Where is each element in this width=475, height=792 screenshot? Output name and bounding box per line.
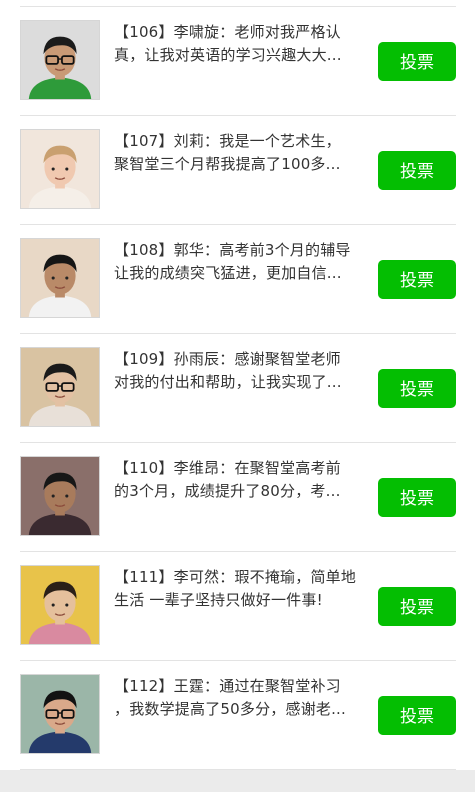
candidate-description[interactable]: 【112】王霆：通过在聚智堂补习 ，我数学提高了50多分，感谢老... (114, 675, 360, 721)
description-text: ：老师对我严格认 (219, 23, 341, 41)
description-line-1: 【107】刘莉：我是一个艺术生， (114, 130, 360, 153)
description-line-2: ，我数学提高了50多分，感谢老... (114, 700, 346, 718)
candidate-name: 王霆 (173, 677, 205, 695)
avatar[interactable] (20, 565, 100, 645)
vote-button[interactable]: 投票 (378, 151, 456, 190)
candidate-description[interactable]: 【108】郭华：高考前3个月的辅导让我的成绩突飞猛进，更加自信... (114, 239, 360, 285)
vote-button[interactable]: 投票 (378, 478, 456, 517)
student-portrait-icon (21, 130, 99, 208)
candidate-name: 孙雨辰 (173, 350, 220, 368)
vote-button[interactable]: 投票 (378, 42, 456, 81)
list-item: 【111】李可然：瑕不掩瑜，简单地生活 一辈子坚持只做好一件事! 投票 (20, 552, 456, 661)
description-text: ：通过在聚智堂补习 (204, 677, 341, 695)
list-item: 【110】李维昂：在聚智堂高考前的3个月，成绩提升了80分，考... 投票 (20, 443, 456, 552)
avatar[interactable] (20, 129, 100, 209)
list-item: 【107】刘莉：我是一个艺术生， 聚智堂三个月帮我提高了100多... 投票 (20, 116, 456, 225)
candidate-number: 【108】 (114, 241, 174, 259)
footer-bar (0, 770, 475, 792)
description-line-1: 【112】王霆：通过在聚智堂补习 (114, 675, 360, 698)
candidate-number: 【106】 (114, 23, 174, 41)
vote-button[interactable]: 投票 (378, 696, 456, 735)
list-item: 【106】李啸旋：老师对我严格认真，让我对英语的学习兴趣大大... 投票 (20, 7, 456, 116)
vote-list-page: 【106】李啸旋：老师对我严格认 真，让我对英语的学习兴趣大大... 投票 【107】… (0, 0, 475, 792)
avatar[interactable] (20, 456, 100, 536)
description-line-2: 让我的成绩突飞猛进，更加自信... (114, 264, 342, 282)
candidate-number: 【110】 (114, 459, 174, 477)
candidate-name: 刘莉 (173, 132, 205, 150)
list-item: 【112】王霆：通过在聚智堂补习 ，我数学提高了50多分，感谢老... 投票 (20, 661, 456, 770)
candidate-name: 李维昂 (173, 459, 220, 477)
candidate-name: 郭华 (173, 241, 205, 259)
candidate-description[interactable]: 【111】李可然：瑕不掩瑜，简单地生活 一辈子坚持只做好一件事! (114, 566, 360, 612)
candidate-description[interactable]: 【107】刘莉：我是一个艺术生， 聚智堂三个月帮我提高了100多... (114, 130, 360, 176)
candidate-description[interactable]: 【109】孙雨辰：感谢聚智堂老师对我的付出和帮助，让我实现了... (114, 348, 360, 394)
avatar[interactable] (20, 20, 100, 100)
description-line-1: 【110】李维昂：在聚智堂高考前 (114, 457, 360, 480)
description-line-1: 【106】李啸旋：老师对我严格认 (114, 21, 360, 44)
student-portrait-icon (21, 239, 99, 317)
description-line-1: 【109】孙雨辰：感谢聚智堂老师 (114, 348, 360, 371)
description-text: ：我是一个艺术生， (204, 132, 341, 150)
description-text: ：瑕不掩瑜，简单地 (219, 568, 357, 586)
description-line-2: 真，让我对英语的学习兴趣大大... (114, 46, 342, 64)
avatar[interactable] (20, 674, 100, 754)
candidate-description[interactable]: 【106】李啸旋：老师对我严格认真，让我对英语的学习兴趣大大... (114, 21, 360, 67)
description-line-2: 生活 一辈子坚持只做好一件事! (114, 591, 323, 609)
avatar[interactable] (20, 347, 100, 427)
student-portrait-icon (21, 348, 99, 426)
list-item: 【108】郭华：高考前3个月的辅导让我的成绩突飞猛进，更加自信... 投票 (20, 225, 456, 334)
candidate-name: 李可然 (173, 568, 220, 586)
list-item: 【109】孙雨辰：感谢聚智堂老师对我的付出和帮助，让我实现了... 投票 (20, 334, 456, 443)
student-portrait-icon (21, 566, 99, 644)
candidate-description[interactable]: 【110】李维昂：在聚智堂高考前的3个月，成绩提升了80分，考... (114, 457, 360, 503)
description-line-1: 【111】李可然：瑕不掩瑜，简单地 (114, 566, 360, 589)
vote-button[interactable]: 投票 (378, 260, 456, 299)
description-line-2: 对我的付出和帮助，让我实现了... (114, 373, 342, 391)
description-line-2: 聚智堂三个月帮我提高了100多... (114, 155, 341, 173)
student-portrait-icon (21, 457, 99, 535)
description-line-1: 【108】郭华：高考前3个月的辅导 (114, 239, 360, 262)
description-line-2: 的3个月，成绩提升了80分，考... (114, 482, 341, 500)
description-text: ：在聚智堂高考前 (219, 459, 341, 477)
candidate-number: 【109】 (114, 350, 174, 368)
student-portrait-icon (21, 675, 99, 753)
candidate-number: 【111】 (114, 568, 174, 586)
vote-button[interactable]: 投票 (378, 587, 456, 626)
description-text: ：高考前3个月的辅导 (204, 241, 351, 259)
description-text: ：感谢聚智堂老师 (219, 350, 341, 368)
student-portrait-icon (21, 21, 99, 99)
candidate-name: 李啸旋 (173, 23, 220, 41)
vote-button[interactable]: 投票 (378, 369, 456, 408)
avatar[interactable] (20, 238, 100, 318)
candidate-number: 【107】 (114, 132, 174, 150)
candidate-number: 【112】 (114, 677, 174, 695)
